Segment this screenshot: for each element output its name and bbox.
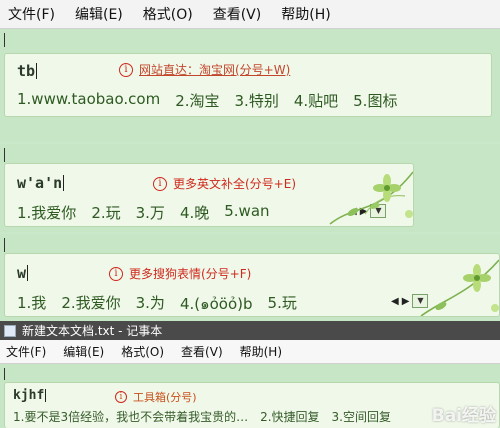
- input-cursor: [36, 63, 38, 79]
- candidate-3[interactable]: 3.为: [136, 292, 165, 316]
- pinyin-input: kjhf: [13, 388, 45, 403]
- menu-view[interactable]: 查看(V): [213, 4, 262, 24]
- hint-text[interactable]: 工具箱(分号): [133, 389, 197, 405]
- candidate-list: 1.www.taobao.com 2.淘宝 3.特别 4.贴吧 5.图标: [17, 90, 412, 111]
- candidate-list: 1.要不是3倍经验，我也不会带着我宝贵的… 2.快捷回复 3.空间回复: [13, 408, 403, 425]
- hint-link[interactable]: i 工具箱(分号): [115, 389, 197, 405]
- candidate-2[interactable]: 2.淘宝: [175, 90, 219, 111]
- hint-link[interactable]: i 网站直达：淘宝网(分号+W): [119, 61, 290, 78]
- hint-text[interactable]: 网站直达：淘宝网(分号+W): [139, 61, 290, 78]
- candidate-4[interactable]: 4.贴吧: [294, 90, 338, 111]
- candidate-3[interactable]: 3.万: [136, 202, 165, 223]
- pinyin-input: w'a'n: [17, 174, 63, 192]
- hint-text[interactable]: 更多英文补全(分号+E): [173, 175, 296, 192]
- candidate-2[interactable]: 2.我爱你: [61, 292, 120, 316]
- candidate-list: 1.我 2.我爱你 3.为 4.(๑ỏӧỏ)b 5.玩: [17, 292, 312, 316]
- notepad-menubar-top: 文件(F) 编辑(E) 格式(O) 查看(V) 帮助(H): [0, 0, 500, 29]
- text-caret: [4, 148, 5, 162]
- text-caret: [4, 238, 5, 252]
- baidu-watermark: Bai经验: [431, 406, 496, 426]
- hint-link[interactable]: i 更多搜狗表情(分号+F): [109, 265, 251, 282]
- triangle-left-icon[interactable]: ◀: [391, 296, 399, 307]
- flower-decoration: [420, 259, 499, 316]
- pinyin-input: tb: [17, 62, 36, 80]
- input-cursor: [27, 265, 29, 281]
- hint-text[interactable]: 更多搜狗表情(分号+F): [129, 265, 251, 282]
- menu-file[interactable]: 文件(F): [8, 4, 55, 24]
- candidate-4[interactable]: 4.晚: [180, 202, 209, 223]
- notepad-menubar: 文件(F) 编辑(E) 格式(O) 查看(V) 帮助(H): [0, 340, 500, 364]
- info-circle-icon: i: [115, 391, 127, 403]
- candidate-3[interactable]: 3.空间回复: [332, 408, 391, 425]
- candidate-1[interactable]: 1.要不是3倍经验，我也不会带着我宝贵的…: [13, 408, 248, 425]
- ime-candidate-panel: w i 更多搜狗表情(分号+F) 1.我 2.我爱你 3.为 4.(๑ỏӧỏ)b…: [4, 253, 500, 317]
- pinyin-input: w: [17, 264, 27, 282]
- notepad-app-icon: [4, 324, 16, 337]
- candidate-2[interactable]: 2.快捷回复: [260, 408, 319, 425]
- input-cursor: [63, 175, 65, 191]
- input-cursor: [45, 389, 47, 402]
- notepad-title-bar: 新建文本文档.txt - 记事本: [0, 321, 500, 340]
- info-circle-icon: i: [153, 176, 167, 191]
- menu-file[interactable]: 文件(F): [6, 343, 46, 360]
- candidate-5[interactable]: 5.玩: [268, 292, 297, 316]
- candidate-5[interactable]: 5.wan: [224, 202, 269, 223]
- hint-link[interactable]: i 更多英文补全(分号+E): [153, 175, 296, 192]
- triangle-right-icon[interactable]: ▶: [402, 296, 410, 307]
- menu-format[interactable]: 格式(O): [143, 4, 193, 24]
- candidate-1[interactable]: 1.www.taobao.com: [17, 90, 160, 111]
- menu-view[interactable]: 查看(V): [181, 343, 223, 360]
- candidate-5[interactable]: 5.图标: [353, 90, 397, 111]
- ime-candidate-panel: w'a'n i 更多英文补全(分号+E) 1.我爱你 2.玩 3.万 4.晚 5…: [4, 163, 414, 227]
- candidate-2[interactable]: 2.玩: [91, 202, 120, 223]
- menu-help[interactable]: 帮助(H): [281, 4, 330, 24]
- text-caret: [4, 33, 5, 47]
- candidate-4[interactable]: 4.(๑ỏӧỏ)b: [180, 292, 253, 316]
- menu-edit[interactable]: 编辑(E): [75, 4, 123, 24]
- window-title: 新建文本文档.txt - 记事本: [22, 324, 163, 338]
- ime-candidate-panel: kjhf i 工具箱(分号) 1.要不是3倍经验，我也不会带着我宝贵的… 2.快…: [4, 382, 500, 428]
- menu-help[interactable]: 帮助(H): [240, 343, 282, 360]
- info-circle-icon: i: [119, 62, 133, 77]
- menu-format[interactable]: 格式(O): [121, 343, 164, 360]
- ime-candidate-panel: tb i 网站直达：淘宝网(分号+W) 1.www.taobao.com 2.淘…: [4, 53, 492, 117]
- candidate-list: 1.我爱你 2.玩 3.万 4.晚 5.wan: [17, 202, 285, 223]
- flower-decoration: [329, 171, 413, 225]
- candidate-3[interactable]: 3.特别: [235, 90, 279, 111]
- candidate-1[interactable]: 1.我: [17, 292, 46, 316]
- text-caret: [4, 368, 5, 380]
- info-circle-icon: i: [109, 266, 123, 281]
- candidate-1[interactable]: 1.我爱你: [17, 202, 76, 223]
- menu-edit[interactable]: 编辑(E): [63, 343, 104, 360]
